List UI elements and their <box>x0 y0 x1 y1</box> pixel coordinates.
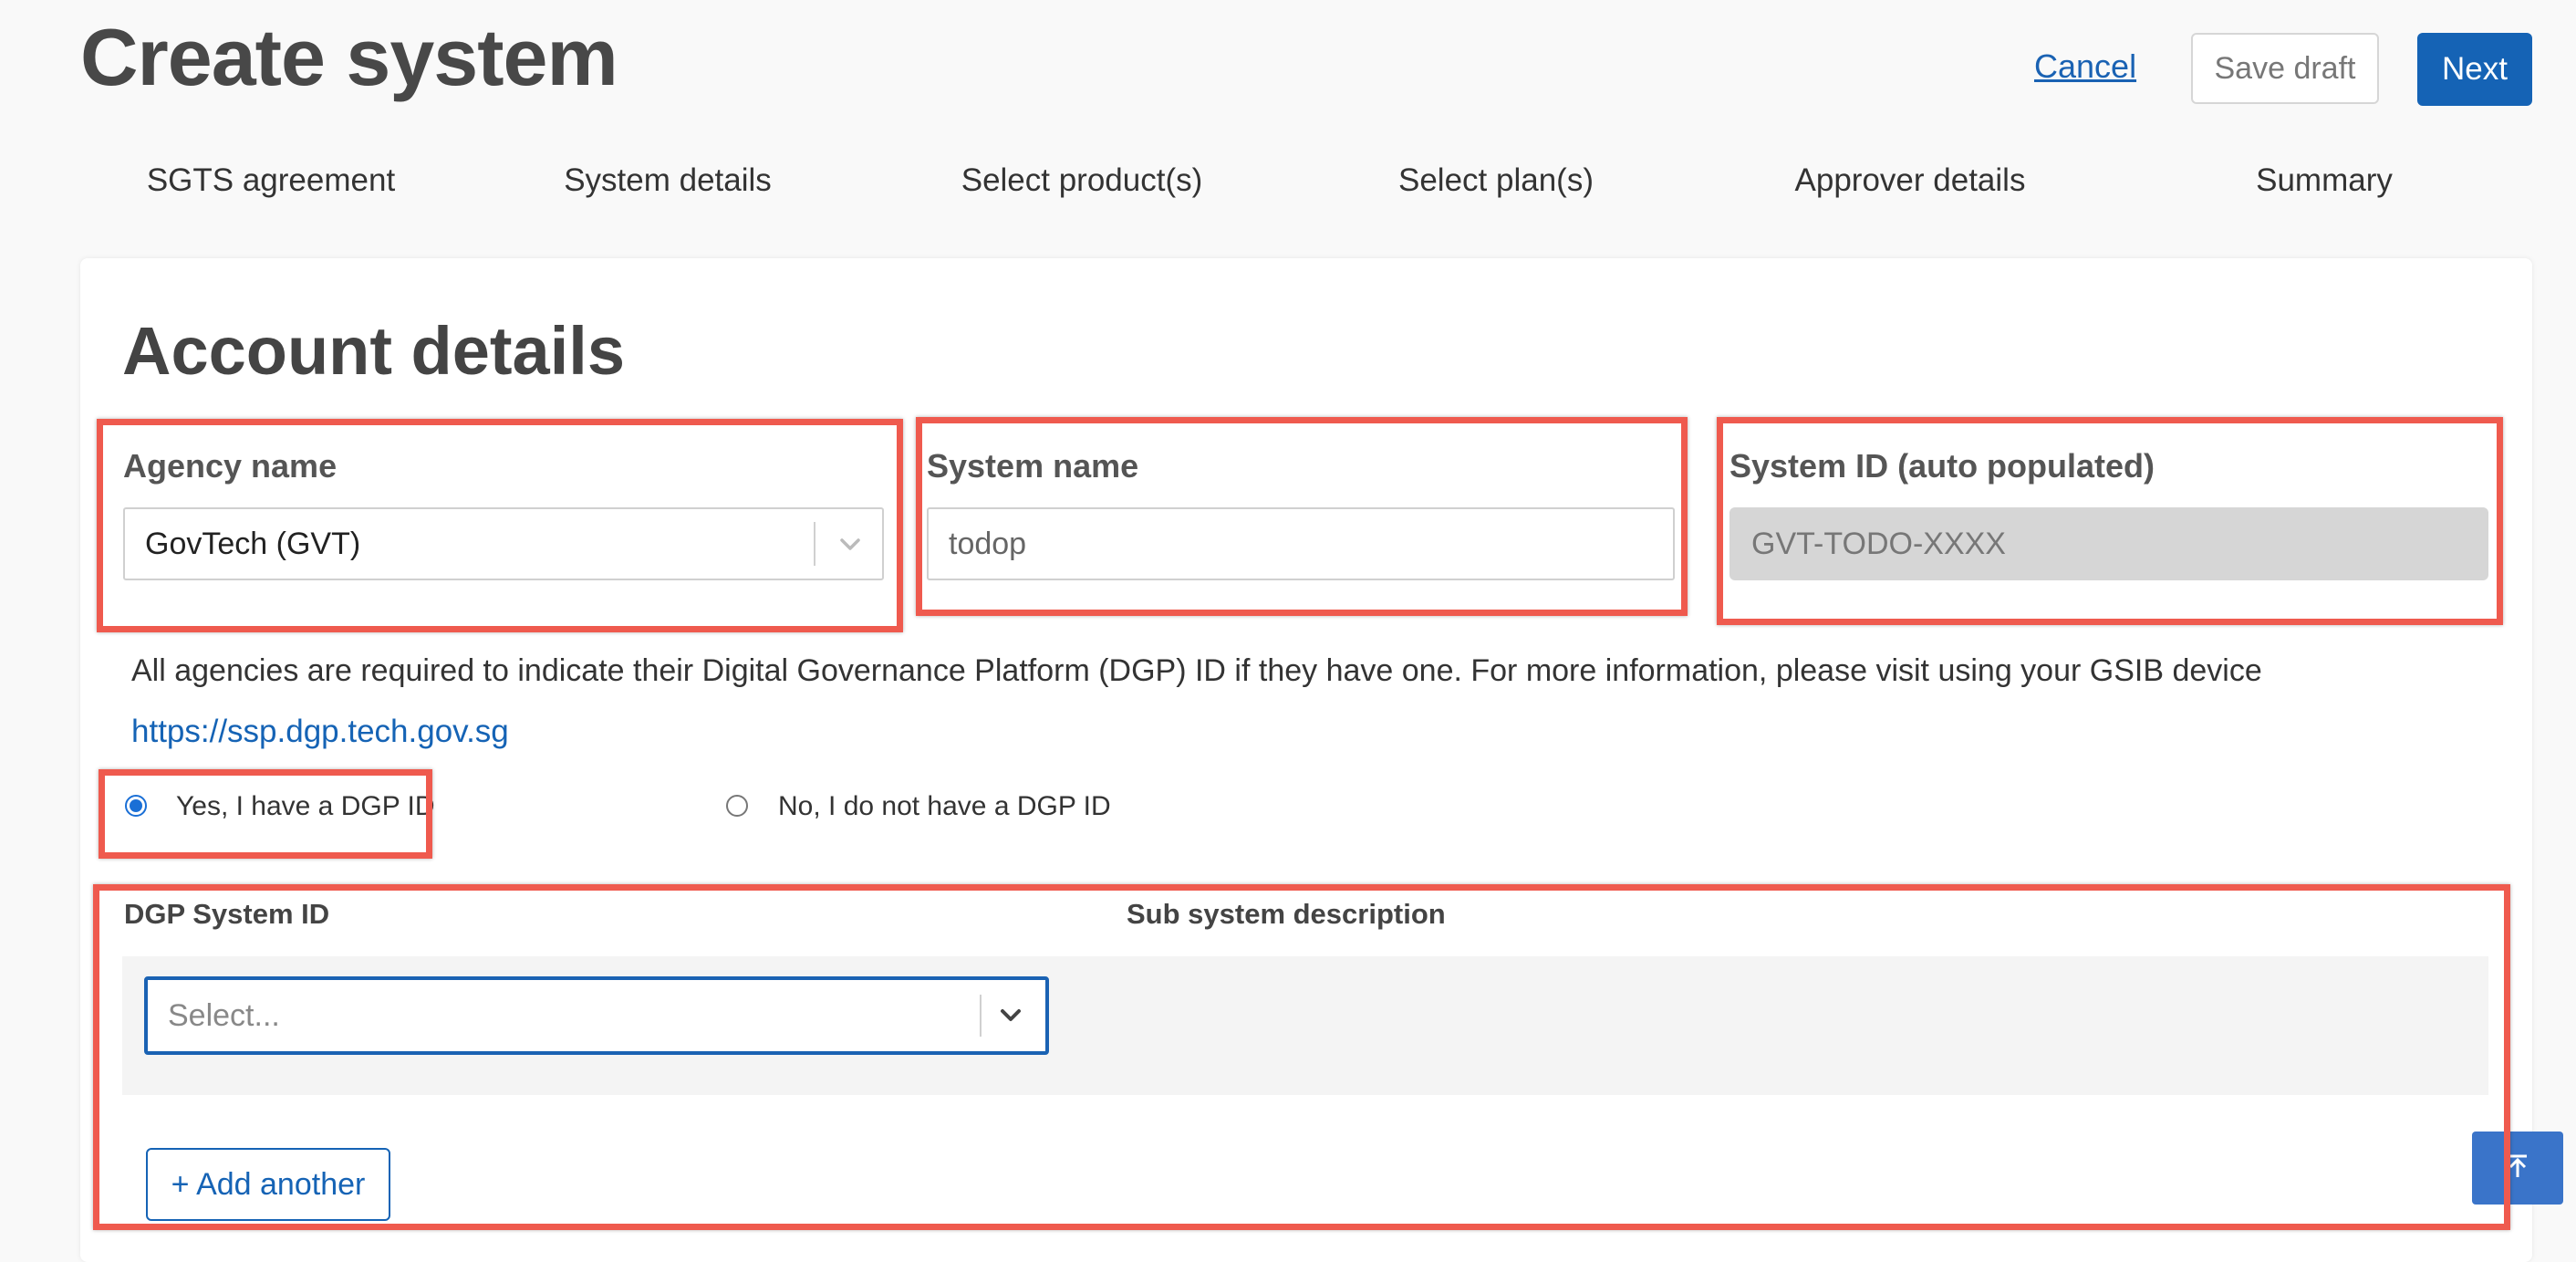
section-title: Account details <box>122 313 625 389</box>
dgp-info-text: All agencies are required to indicate th… <box>131 653 2262 688</box>
add-another-button[interactable]: + Add another <box>146 1148 390 1221</box>
agency-name-label: Agency name <box>123 447 338 485</box>
chevron-down-icon <box>996 1000 1025 1029</box>
agency-name-select[interactable]: GovTech (GVT) <box>123 507 884 580</box>
system-name-label: System name <box>927 447 1139 485</box>
account-details-card <box>80 258 2532 1262</box>
save-draft-button[interactable]: Save draft <box>2191 33 2379 104</box>
system-name-value: todop <box>949 526 1027 561</box>
system-name-input[interactable]: todop <box>927 507 1675 580</box>
dgp-select-placeholder: Select... <box>168 997 280 1033</box>
radio-no-label[interactable]: No, I do not have a DGP ID <box>778 791 1111 822</box>
system-id-label: System ID (auto populated) <box>1729 447 2155 485</box>
step-select-products[interactable]: Select product(s) <box>875 162 1289 199</box>
sub-system-description-label: Sub system description <box>1127 898 1446 930</box>
step-system-details[interactable]: System details <box>461 162 875 199</box>
arrow-to-top-icon <box>2501 1150 2534 1187</box>
step-summary[interactable]: Summary <box>2117 162 2531 199</box>
step-approver-details[interactable]: Approver details <box>1703 162 2117 199</box>
radio-yes-label[interactable]: Yes, I have a DGP ID <box>176 791 435 822</box>
chevron-down-icon <box>836 529 864 558</box>
dgp-portal-link[interactable]: https://ssp.dgp.tech.gov.sg <box>131 714 509 750</box>
step-sgts-agreement[interactable]: SGTS agreement <box>64 162 478 199</box>
dgp-system-id-label: DGP System ID <box>124 898 330 930</box>
system-id-field: GVT-TODO-XXXX <box>1729 507 2488 580</box>
radio-yes-dgp[interactable] <box>125 795 147 817</box>
dgp-system-id-select[interactable]: Select... <box>144 976 1049 1055</box>
agency-name-value: GovTech (GVT) <box>145 526 361 561</box>
system-id-value: GVT-TODO-XXXX <box>1751 526 2006 561</box>
scroll-to-top-button[interactable] <box>2472 1132 2563 1205</box>
radio-no-dgp[interactable] <box>726 795 748 817</box>
select-separator <box>814 522 815 566</box>
select-separator <box>980 995 982 1037</box>
next-button[interactable]: Next <box>2417 33 2532 106</box>
step-select-plans[interactable]: Select plan(s) <box>1289 162 1703 199</box>
cancel-link[interactable]: Cancel <box>2034 47 2136 86</box>
page-title: Create system <box>80 12 618 102</box>
